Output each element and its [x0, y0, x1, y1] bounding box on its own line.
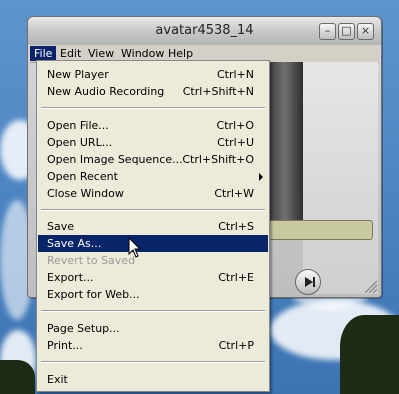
menu-item-open-recent[interactable]: Open Recent: [38, 168, 268, 185]
menu-file[interactable]: File: [30, 46, 57, 61]
minimize-icon[interactable]: –: [319, 23, 336, 40]
play-icon: [305, 277, 315, 287]
menu-view[interactable]: View: [84, 46, 118, 61]
menu-item-print[interactable]: Print... Ctrl+P: [38, 337, 268, 354]
menu-item-open-file[interactable]: Open File... Ctrl+O: [38, 117, 268, 134]
menu-separator: [41, 310, 265, 312]
close-icon[interactable]: ×: [357, 23, 374, 40]
menu-item-save[interactable]: Save Ctrl+S: [38, 218, 268, 235]
menu-item-open-image-sequence[interactable]: Open Image Sequence... Ctrl+Shift+O: [38, 151, 268, 168]
file-menu: New Player Ctrl+N New Audio Recording Ct…: [36, 60, 270, 392]
menu-item-open-url[interactable]: Open URL... Ctrl+U: [38, 134, 268, 151]
title-bar[interactable]: avatar4538_14 – □ ×: [28, 17, 381, 45]
menu-item-revert-to-saved: Revert to Saved: [47, 254, 136, 267]
menu-item-close-window[interactable]: Close Window Ctrl+W: [38, 185, 268, 202]
menu-separator: [41, 107, 265, 109]
menu-item-export[interactable]: Export... Ctrl+E: [38, 269, 268, 286]
menu-item-exit[interactable]: Exit: [38, 371, 268, 388]
menu-item-new-audio-recording[interactable]: New Audio Recording Ctrl+Shift+N: [38, 83, 268, 100]
mouse-cursor-icon: [128, 237, 142, 258]
submenu-arrow-icon: [259, 173, 263, 181]
menu-separator: [41, 361, 265, 363]
progress-bar[interactable]: [268, 220, 373, 240]
resize-grip-icon[interactable]: [365, 281, 377, 293]
menu-item-export-for-web[interactable]: Export for Web...: [38, 286, 268, 303]
maximize-icon[interactable]: □: [338, 23, 355, 40]
play-button[interactable]: [295, 269, 321, 295]
menu-separator: [41, 209, 265, 211]
controls-panel: [303, 62, 378, 294]
menu-window[interactable]: Window: [117, 46, 168, 61]
video-area: [267, 62, 303, 232]
menu-edit[interactable]: Edit: [56, 46, 85, 61]
menu-item-page-setup[interactable]: Page Setup...: [38, 320, 268, 337]
menu-item-new-player[interactable]: New Player Ctrl+N: [38, 66, 268, 83]
menu-item-save-as[interactable]: Save As...: [38, 235, 268, 252]
menu-help[interactable]: Help: [164, 46, 197, 61]
